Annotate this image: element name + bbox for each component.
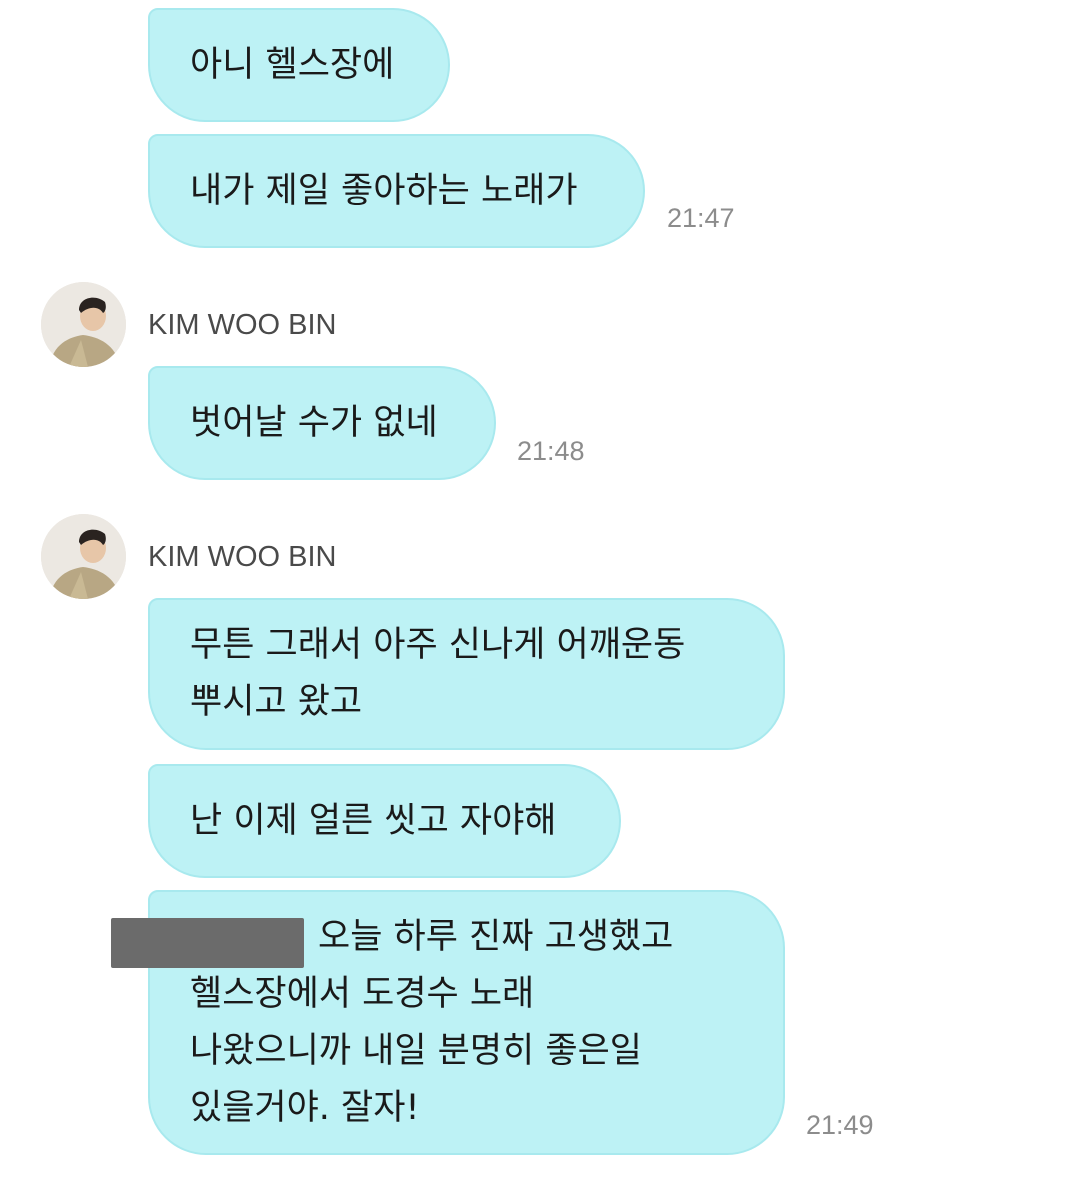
message-bubble[interactable]: 아니 헬스장에 [148,8,450,122]
message-text-line: 헬스장에서 도경수 노래 [190,973,535,1014]
avatar-image [41,282,126,367]
message-text-line: 나왔으니까 내일 분명히 좋은일 [190,1030,642,1071]
message-bubble[interactable]: 벗어날 수가 없네 [148,366,496,480]
message-text: 내가 제일 좋아하는 노래가 [190,170,578,211]
message-text: 벗어날 수가 없네 [190,402,438,443]
sender-name: KIM WOO BIN [148,541,337,573]
message-text-line: 무튼 그래서 아주 신나게 어깨운동 [190,625,686,665]
message-text: 아니 헬스장에 [190,44,395,85]
redaction-box [111,918,304,968]
message-timestamp: 21:48 [517,436,585,466]
sender-avatar[interactable] [41,282,126,367]
message-timestamp: 21:47 [667,203,735,233]
message-bubble[interactable]: 무튼 그래서 아주 신나게 어깨운동 뿌시고 왔고 [148,598,785,750]
message-text-line: 뿌시고 왔고 [190,682,363,722]
sender-avatar[interactable] [41,514,126,599]
message-bubble[interactable]: 내가 제일 좋아하는 노래가 [148,134,645,248]
sender-name: KIM WOO BIN [148,309,337,341]
message-timestamp: 21:49 [806,1110,874,1140]
avatar-image [41,514,126,599]
message-text: 난 이제 얼른 씻고 자야해 [190,800,557,841]
message-text-line: 있을거야. 잘자! [190,1087,420,1128]
message-bubble[interactable]: 난 이제 얼른 씻고 자야해 [148,764,621,878]
